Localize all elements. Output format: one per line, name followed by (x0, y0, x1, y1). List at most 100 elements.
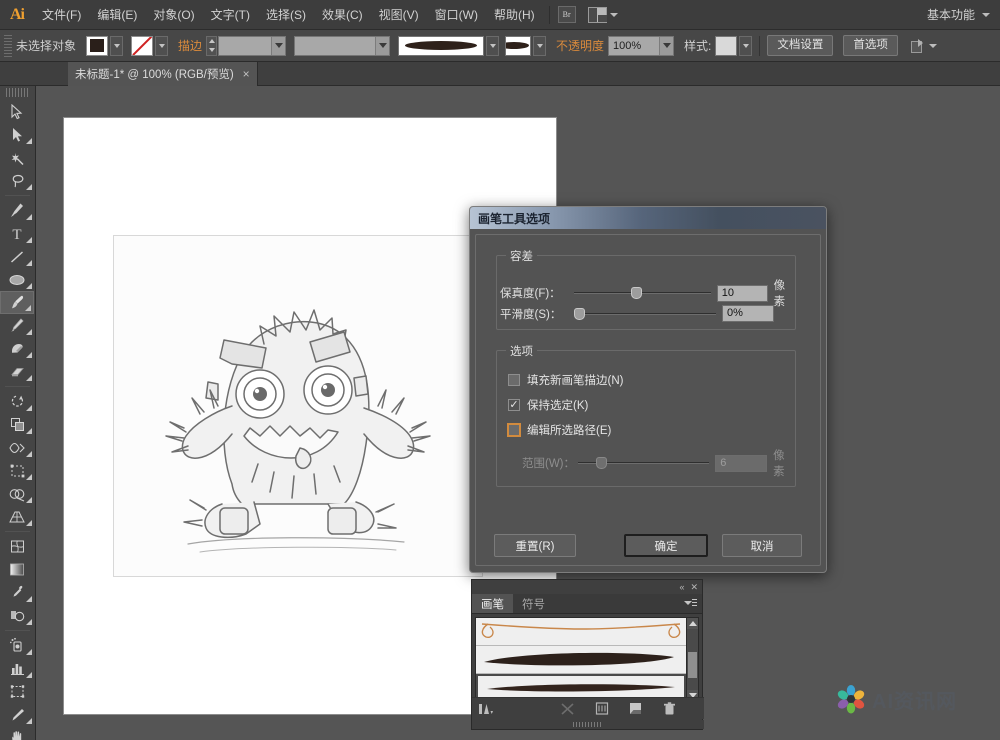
shape-builder-tool[interactable] (0, 482, 34, 505)
tab-brushes[interactable]: 画笔 (472, 594, 513, 613)
tools-panel-grip[interactable] (6, 88, 29, 97)
type-tool[interactable]: T (0, 222, 34, 245)
fill-swatch-dropdown[interactable] (110, 35, 124, 56)
close-icon[interactable]: ✕ (690, 582, 698, 592)
brush-definition-preview-secondary[interactable] (505, 35, 532, 56)
rotate-tool[interactable] (0, 390, 34, 413)
stroke-color-swatch[interactable] (131, 35, 154, 56)
delete-brush-icon[interactable] (663, 701, 676, 716)
brush-list[interactable] (475, 617, 687, 702)
menu-select[interactable]: 选择(S) (258, 0, 314, 30)
paintbrush-tool-options-dialog[interactable]: 画笔工具选项 容差 保真度(F)： 10 像素 平滑度(S)： 0% 选项 填充… (469, 206, 827, 573)
ellipse-tool[interactable] (0, 268, 34, 291)
menu-object[interactable]: 对象(O) (145, 0, 202, 30)
stroke-label[interactable]: 描边 (178, 37, 202, 54)
direct-selection-tool[interactable] (0, 123, 34, 146)
menu-view[interactable]: 视图(V) (371, 0, 427, 30)
placed-sketch-image[interactable] (114, 236, 482, 576)
tab-symbols[interactable]: 符号 (513, 594, 554, 613)
workspace-chevron-down-icon[interactable] (982, 12, 990, 17)
line-segment-tool[interactable] (0, 245, 34, 268)
paintbrush-tool[interactable] (0, 291, 34, 314)
pencil-tool[interactable] (0, 314, 34, 337)
column-graph-tool[interactable] (0, 657, 34, 680)
edit-selected-paths-checkbox[interactable]: 编辑所选路径(E) (507, 422, 611, 438)
brush-item-thick-tapered[interactable] (476, 646, 686, 674)
fidelity-input[interactable]: 10 (716, 284, 768, 302)
brush-options-icon[interactable] (595, 702, 609, 715)
brush-libraries-menu-icon[interactable] (478, 702, 494, 716)
menu-window[interactable]: 窗口(W) (427, 0, 486, 30)
menu-type[interactable]: 文字(T) (203, 0, 258, 30)
smoothness-input[interactable]: 0% (722, 305, 774, 322)
cancel-button[interactable]: 取消 (722, 534, 802, 557)
checkbox-box[interactable]: ✓ (508, 399, 520, 411)
menu-effect[interactable]: 效果(C) (314, 0, 371, 30)
ok-button[interactable]: 确定 (624, 534, 708, 557)
panel-resize-grip[interactable] (472, 720, 704, 729)
selection-tool[interactable] (0, 100, 34, 123)
brush-definition-dropdown[interactable] (486, 35, 500, 56)
document-tab[interactable]: 未标题-1* @ 100% (RGB/预览) × (68, 62, 258, 86)
fill-new-brush-strokes-checkbox[interactable]: 填充新画笔描边(N) (508, 372, 623, 388)
panel-title-bar[interactable]: « ✕ (472, 580, 702, 594)
brush-definition-preview[interactable] (398, 35, 485, 56)
eyedropper-tool[interactable] (0, 581, 34, 604)
menu-file[interactable]: 文件(F) (34, 0, 89, 30)
perspective-grid-tool[interactable] (0, 505, 34, 528)
go-to-bridge-icon[interactable]: Br (557, 6, 576, 23)
lasso-tool[interactable] (0, 169, 34, 192)
fidelity-slider-knob[interactable] (631, 287, 643, 299)
pen-tool[interactable] (0, 199, 34, 222)
cursor-options-icon[interactable] (910, 38, 926, 53)
symbol-sprayer-tool[interactable] (0, 634, 34, 657)
menu-help[interactable]: 帮助(H) (486, 0, 543, 30)
document-setup-button[interactable]: 文档设置 (767, 35, 834, 56)
stroke-profile-combo[interactable] (294, 35, 391, 56)
gradient-tool[interactable] (0, 558, 34, 581)
eraser-tool[interactable] (0, 360, 34, 383)
collapse-icon[interactable]: « (679, 582, 684, 592)
checkbox-box[interactable] (507, 423, 521, 437)
blob-brush-tool[interactable] (0, 337, 34, 360)
opacity-chevron-down-icon[interactable] (659, 36, 674, 55)
scale-tool[interactable] (0, 413, 34, 436)
fidelity-slider[interactable] (574, 286, 711, 300)
free-transform-tool[interactable] (0, 459, 34, 482)
opacity-label[interactable]: 不透明度 (556, 37, 604, 54)
stroke-swatch-dropdown[interactable] (155, 35, 169, 56)
width-tool[interactable] (0, 436, 34, 459)
scroll-up-icon[interactable] (687, 618, 698, 629)
panel-menu-icon[interactable] (684, 598, 697, 609)
fill-color-swatch[interactable] (86, 35, 109, 56)
menu-edit[interactable]: 编辑(E) (89, 0, 145, 30)
smoothness-slider[interactable] (574, 307, 716, 321)
brushes-panel[interactable]: « ✕ 画笔 符号 (471, 579, 704, 730)
opacity-value-field[interactable]: 100% (608, 35, 675, 56)
dialog-title-bar[interactable]: 画笔工具选项 (470, 207, 826, 229)
mesh-tool[interactable] (0, 535, 34, 558)
stroke-profile-chevron-down-icon[interactable] (375, 36, 390, 55)
preferences-button[interactable]: 首选项 (843, 35, 898, 56)
workspace-switcher-label[interactable]: 基本功能 (927, 6, 979, 23)
graphic-style-dropdown[interactable] (739, 35, 753, 56)
new-brush-icon[interactable] (629, 702, 643, 715)
smoothness-slider-knob[interactable] (574, 307, 585, 320)
stroke-weight-chevron-down-icon[interactable] (271, 36, 286, 55)
close-icon[interactable]: × (243, 67, 250, 81)
scrollbar-thumb[interactable] (688, 652, 697, 678)
checkbox-box[interactable] (508, 374, 520, 386)
cursor-options-chevron-down-icon[interactable] (928, 43, 937, 48)
arrange-documents-button[interactable] (587, 6, 618, 23)
graphic-style-swatch[interactable] (715, 35, 738, 56)
reset-button[interactable]: 重置(R) (494, 534, 576, 557)
slice-tool[interactable] (0, 703, 34, 726)
hand-tool[interactable] (0, 726, 34, 740)
stroke-weight-combo[interactable] (218, 35, 287, 56)
brush-secondary-dropdown[interactable] (533, 35, 547, 56)
control-bar-grip[interactable] (4, 34, 12, 57)
artboard-tool[interactable] (0, 680, 34, 703)
brush-list-scrollbar[interactable] (686, 617, 699, 702)
blend-tool[interactable] (0, 604, 34, 627)
brush-item-charcoal-loop[interactable] (476, 618, 686, 646)
